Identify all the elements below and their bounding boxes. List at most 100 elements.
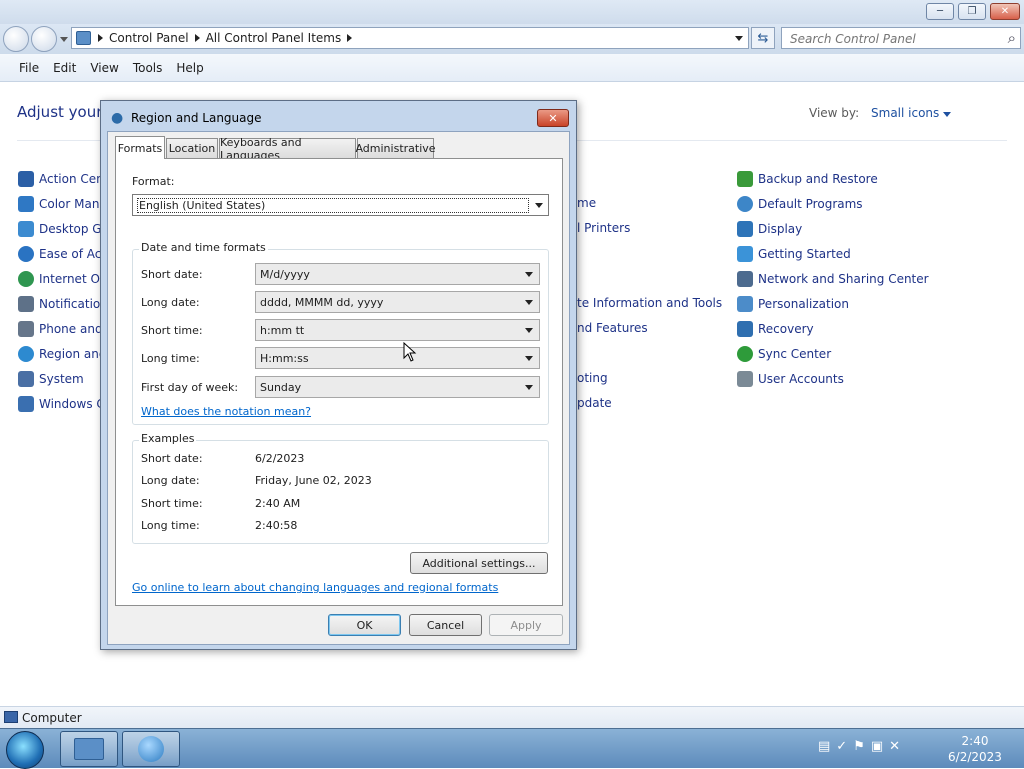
clipboard-icon[interactable]: ▤ xyxy=(818,739,830,754)
ok-button[interactable]: OK xyxy=(328,614,401,636)
network-icon xyxy=(737,271,753,287)
short-date-select[interactable]: M/d/yyyy xyxy=(255,263,540,285)
cp-item-network-and-sharing[interactable]: Network and Sharing Center xyxy=(737,271,929,287)
dialog-title: Region and Language xyxy=(131,111,262,125)
search-icon[interactable]: ⌕ xyxy=(1008,29,1016,47)
cp-item-system[interactable]: System xyxy=(18,371,84,387)
menu-help[interactable]: Help xyxy=(169,61,210,75)
chevron-down-icon xyxy=(525,356,533,361)
first-day-of-week-select[interactable]: Sunday xyxy=(255,376,540,398)
forward-button[interactable] xyxy=(31,26,57,52)
view-by-dropdown[interactable]: Small icons xyxy=(871,106,952,120)
cp-item-partial[interactable]: me xyxy=(577,196,596,210)
system-tray: ▤ ✓ ⚑ ▣ ✕ xyxy=(818,739,900,754)
globe-icon xyxy=(138,736,164,762)
long-date-select[interactable]: dddd, MMMM dd, yyyy xyxy=(255,291,540,313)
chevron-down-icon xyxy=(525,385,533,390)
format-select[interactable]: English (United States) xyxy=(132,194,549,216)
menu-edit[interactable]: Edit xyxy=(46,61,83,75)
example-short-date-label: Short date: xyxy=(141,452,203,465)
cp-item-backup-and-restore[interactable]: Backup and Restore xyxy=(737,171,878,187)
default-programs-icon xyxy=(737,196,753,212)
cp-item-user-accounts[interactable]: User Accounts xyxy=(737,371,844,387)
volume-muted-icon[interactable]: ✕ xyxy=(889,739,900,754)
datetime-group-title: Date and time formats xyxy=(139,241,268,254)
display-icon xyxy=(737,221,753,237)
short-time-select[interactable]: h:mm tt xyxy=(255,319,540,341)
status-bar: Computer xyxy=(0,706,1024,728)
cp-item-windows-update[interactable]: pdate xyxy=(577,396,612,410)
cp-item-display[interactable]: Display xyxy=(737,221,802,237)
clock[interactable]: 2:40 6/2/2023 xyxy=(944,733,1006,765)
computer-icon xyxy=(4,711,18,723)
dialog-close-button[interactable]: ✕ xyxy=(537,109,569,127)
taskbar-region-language[interactable] xyxy=(122,731,180,767)
security-icon[interactable]: ✓ xyxy=(836,739,847,754)
apply-button[interactable]: Apply xyxy=(489,614,563,636)
cp-item-devices-and-printers[interactable]: l Printers xyxy=(577,221,630,235)
system-icon xyxy=(18,371,34,387)
tab-formats[interactable]: Formats xyxy=(115,136,165,159)
breadcrumb: Control Panel All Control Panel Items xyxy=(98,31,353,45)
cp-item-internet-options[interactable]: Internet Opt xyxy=(18,271,112,287)
clock-time: 2:40 xyxy=(961,734,989,748)
start-button[interactable] xyxy=(6,731,44,769)
chevron-down-icon xyxy=(525,272,533,277)
cardspace-icon xyxy=(18,396,34,412)
globe-icon xyxy=(18,346,34,362)
backup-icon xyxy=(737,171,753,187)
cp-item-default-programs[interactable]: Default Programs xyxy=(737,196,863,212)
mouse-cursor-icon xyxy=(403,342,417,362)
cp-item-windows-cardspace[interactable]: Windows Ca xyxy=(18,396,112,412)
network-icon[interactable]: ▣ xyxy=(871,739,883,754)
cp-item-personalization[interactable]: Personalization xyxy=(737,296,849,312)
menu-tools[interactable]: Tools xyxy=(126,61,170,75)
cp-item-desktop-gadgets[interactable]: Desktop Ga xyxy=(18,221,109,237)
address-bar[interactable]: Control Panel All Control Panel Items xyxy=(71,27,749,49)
getting-started-icon xyxy=(737,246,753,262)
view-by: View by: Small icons xyxy=(809,106,952,120)
cp-item-troubleshooting[interactable]: oting xyxy=(577,371,608,385)
cp-item-getting-started[interactable]: Getting Started xyxy=(737,246,851,262)
breadcrumb-all-items[interactable]: All Control Panel Items xyxy=(206,31,342,45)
cp-item-color-management[interactable]: Color Mana xyxy=(18,196,107,212)
cancel-button[interactable]: Cancel xyxy=(409,614,482,636)
format-label: Format: xyxy=(132,175,175,188)
recent-pages-chevron-icon[interactable] xyxy=(60,37,68,42)
additional-settings-button[interactable]: Additional settings... xyxy=(410,552,548,574)
cp-item-programs-and-features[interactable]: nd Features xyxy=(577,321,648,335)
long-date-label: Long date: xyxy=(141,296,200,309)
cp-item-notification-area[interactable]: Notification xyxy=(18,296,108,312)
gadgets-icon xyxy=(18,221,34,237)
tab-location[interactable]: Location xyxy=(166,138,218,158)
address-dropdown-icon[interactable] xyxy=(735,36,743,41)
cp-item-ease-of-access[interactable]: Ease of Acc xyxy=(18,246,108,262)
short-time-label: Short time: xyxy=(141,324,203,337)
menu-view[interactable]: View xyxy=(83,61,125,75)
chevron-down-icon xyxy=(525,328,533,333)
close-window-button[interactable]: ✕ xyxy=(990,3,1020,20)
breadcrumb-control-panel[interactable]: Control Panel xyxy=(109,31,189,45)
online-languages-link[interactable]: Go online to learn about changing langua… xyxy=(132,581,498,594)
search-input[interactable] xyxy=(788,31,998,47)
chevron-right-icon[interactable] xyxy=(347,34,353,42)
menu-file[interactable]: File xyxy=(12,61,46,75)
flag-icon[interactable]: ⚑ xyxy=(853,739,865,754)
taskbar-control-panel[interactable] xyxy=(60,731,118,767)
region-language-dialog: ● Region and Language ✕ Formats Location… xyxy=(100,100,577,650)
navigation-bar: Control Panel All Control Panel Items ⇆ … xyxy=(0,24,1024,54)
cp-item-performance-information[interactable]: te Information and Tools xyxy=(577,296,722,310)
refresh-button[interactable]: ⇆ xyxy=(751,27,775,49)
cp-item-recovery[interactable]: Recovery xyxy=(737,321,814,337)
long-time-select[interactable]: H:mm:ss xyxy=(255,347,540,369)
cp-item-region-and-language[interactable]: Region and xyxy=(18,346,106,362)
minimize-button[interactable]: ─ xyxy=(926,3,954,20)
notation-help-link[interactable]: What does the notation mean? xyxy=(141,405,311,418)
cp-item-sync-center[interactable]: Sync Center xyxy=(737,346,831,362)
back-button[interactable] xyxy=(3,26,29,52)
maximize-button[interactable]: ❐ xyxy=(958,3,986,20)
tab-keyboards-and-languages[interactable]: Keyboards and Languages xyxy=(219,136,356,162)
view-by-label: View by: xyxy=(809,106,860,120)
tab-administrative[interactable]: Administrative xyxy=(355,138,436,158)
cp-item-action-center[interactable]: Action Cent xyxy=(18,171,108,187)
